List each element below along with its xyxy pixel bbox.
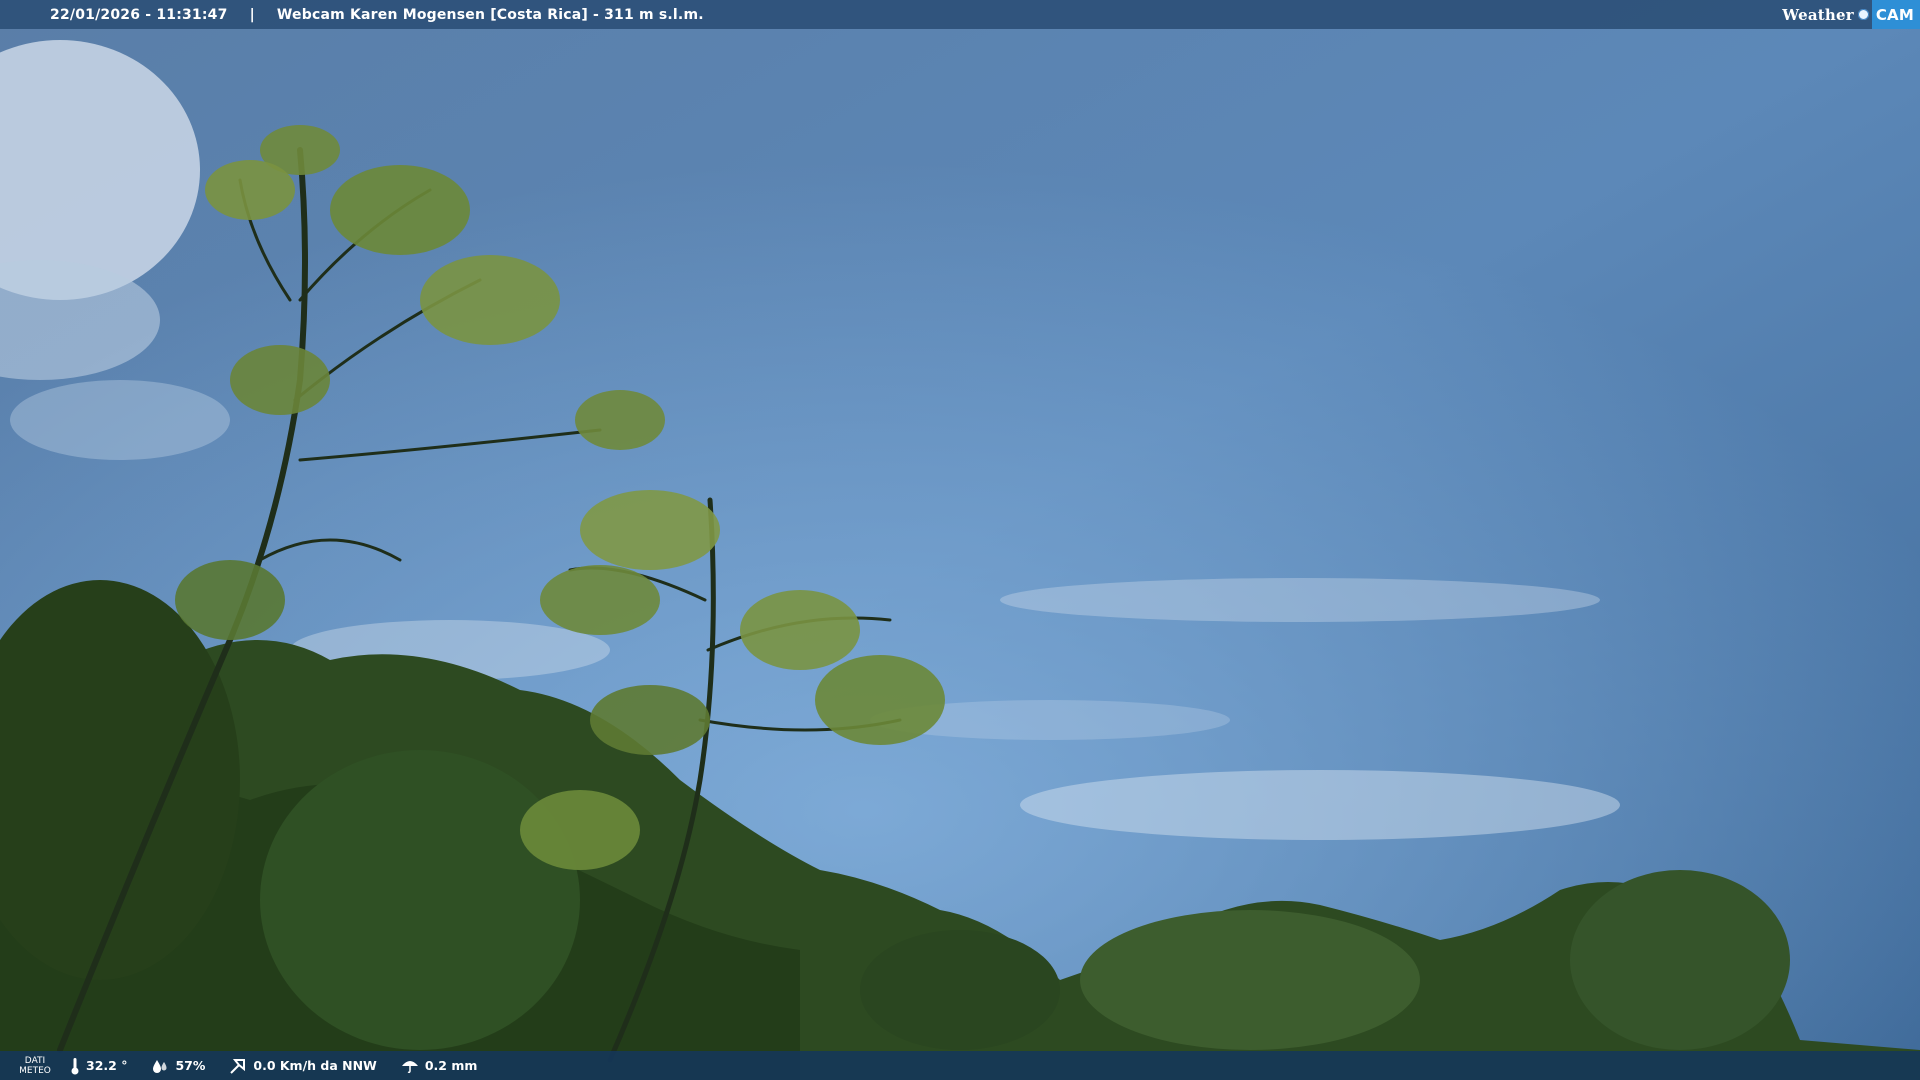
temperature-reading: 32.2 ° [70,1057,127,1075]
wind-reading: 0.0 Km/h da NNW [229,1057,377,1075]
temperature-value: 32.2 ° [86,1058,128,1073]
meteo-label-line1: DATI [24,1055,46,1066]
datetime-label: 22/01/2026 - 11:31:47 [50,6,228,23]
header-bar: 22/01/2026 - 11:31:47 | Webcam Karen Mog… [0,0,1920,29]
rain-umbrella-icon [401,1060,418,1073]
humidity-reading: 57% [151,1058,205,1074]
weathercam-logo: Weather CAM [1782,0,1920,29]
logo-globe-icon [1857,9,1869,20]
meteo-label-line2: METEO [19,1065,51,1076]
webcam-title: Webcam Karen Mogensen [Costa Rica] - 311… [276,6,704,23]
rain-reading: 0.2 mm [401,1058,478,1074]
thermometer-icon [71,1057,79,1074]
webcam-image [0,0,1920,1080]
humidity-drops-icon [153,1059,167,1073]
meteo-bar: DATI METEO 32.2 ° 57% 0.0 Km/h da NNW 0.… [0,1051,1920,1080]
humidity-value: 57% [175,1058,206,1073]
wind-arrow-icon [230,1058,246,1074]
wind-value: 0.0 Km/h da NNW [253,1058,377,1073]
logo-weather-text: Weather [1782,5,1854,24]
meteo-label: DATI METEO [0,1056,70,1076]
rain-value: 0.2 mm [424,1058,478,1073]
logo-cam-text: CAM [1871,0,1920,29]
header-separator: | [249,6,255,23]
